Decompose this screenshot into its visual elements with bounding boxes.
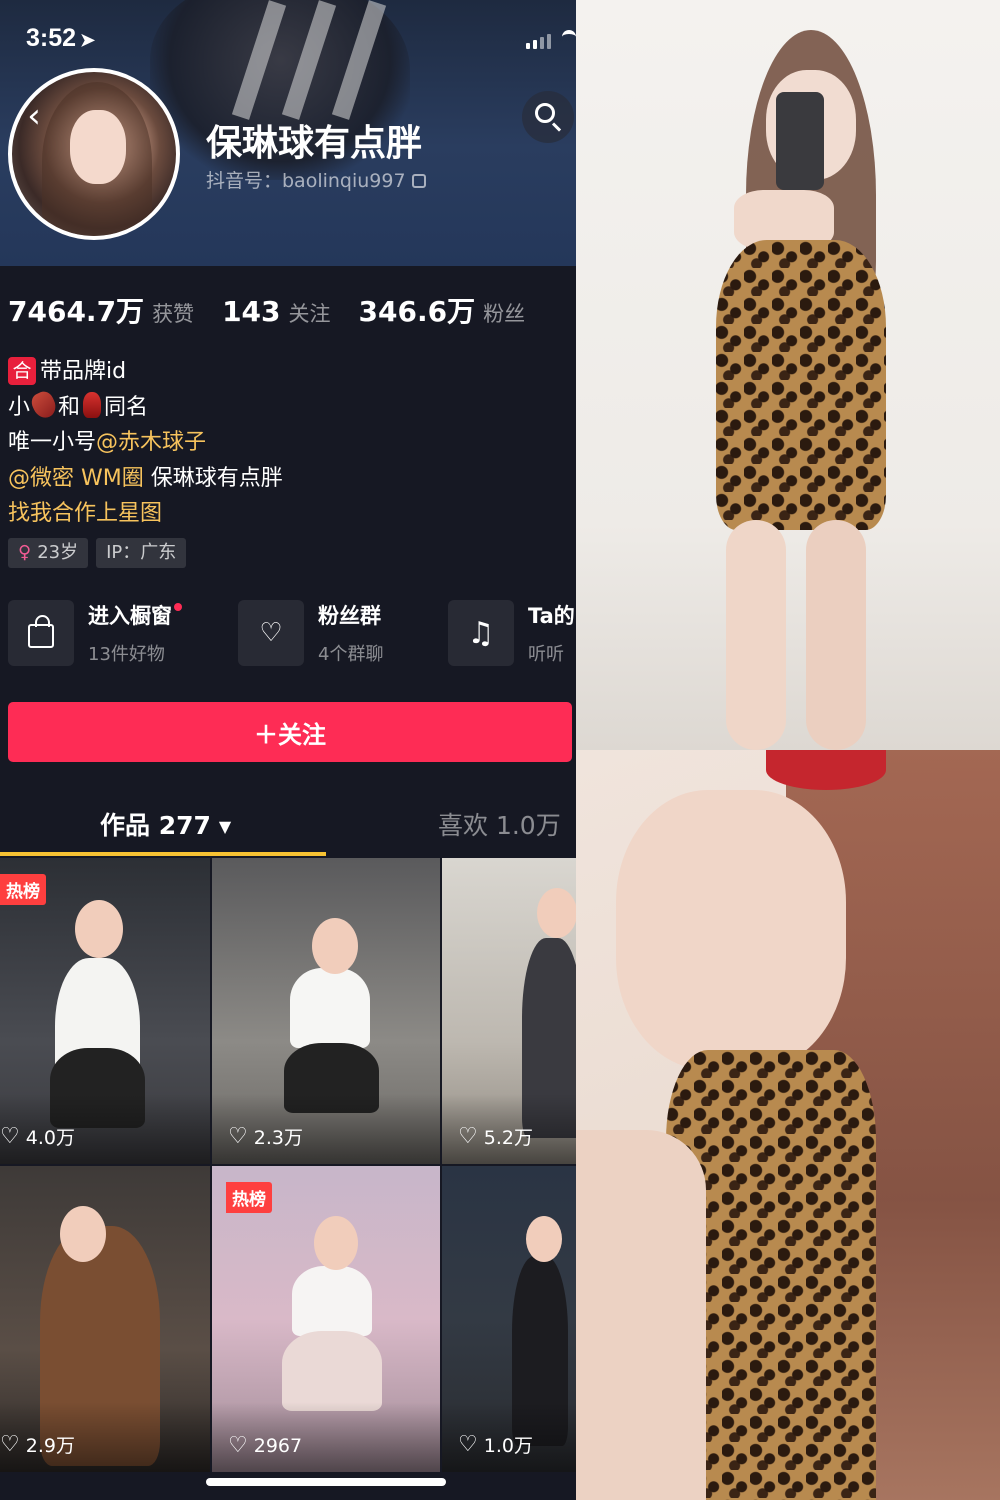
profile-nickname: 保琳球有点胖 [206,123,423,164]
followers-count[interactable]: 346.6万 [359,290,476,330]
avatar[interactable] [8,68,180,240]
following-label[interactable]: 关注 [289,298,331,328]
female-icon: ♀ [18,542,32,563]
music-entry[interactable]: ♫ Ta的 听听 [448,600,575,666]
heart-icon: ♡ [0,1432,20,1457]
music-subtitle: 听听 [528,644,564,665]
storefront-subtitle: 13件好物 [88,644,165,665]
chevron-left-icon: ‹ [27,96,41,136]
following-count[interactable]: 143 [222,295,280,328]
video-thumbnail[interactable]: ♡ 2.3万 [212,858,440,1164]
home-indicator [206,1478,446,1486]
video-thumbnail[interactable]: ♡ 1.0万 [442,1166,576,1472]
tab-likes[interactable]: 喜欢 1.0万 [438,806,561,842]
xingtu-collab-link[interactable]: 找我合作上星图 [8,501,162,526]
wifi-icon [562,30,576,44]
profile-tags: ♀ 23岁 IP：广东 [8,538,187,568]
scarf-emoji-icon [83,391,102,418]
music-title: Ta的 [528,604,575,628]
likes-label: 获赞 [152,302,195,326]
bio-text: 保琳球有点胖 [143,465,283,491]
heart-icon: ♡ [228,1433,248,1458]
video-thumbnail[interactable]: 热榜 ♡ 4.0万 [0,858,210,1164]
fan-group-subtitle: 4个群聊 [318,644,384,665]
bio-text: 唯一小号 [8,430,97,455]
search-button[interactable] [522,91,574,143]
active-tab-indicator [0,852,326,856]
video-likes: ♡ 1.0万 [458,1432,533,1457]
douyin-id[interactable]: 抖音号：baolinqiu997 [206,166,426,193]
follow-button[interactable]: ＋关注 [8,702,572,762]
cell-signal-icon [526,34,551,49]
storefront-entry[interactable]: 进入橱窗 13件好物 [8,600,182,666]
shopping-bag-icon [8,600,74,666]
heart-icon: ♡ [228,1124,248,1149]
video-likes: ♡ 5.2万 [458,1124,533,1149]
hot-list-badge: 热榜 [226,1182,272,1213]
video-thumbnail[interactable]: ♡ 5.2万 [442,858,576,1164]
heart-icon: ♡ [458,1432,478,1457]
heart-icon: ♡ [0,1124,20,1149]
fan-group-icon: ♡ [238,600,304,666]
music-note-icon: ♫ [448,600,514,666]
phone-icon [776,92,824,190]
bio-text: 同名 [104,394,149,420]
storefront-title: 进入橱窗 [88,604,172,628]
video-likes: ♡ 2967 [228,1433,303,1458]
closeup-photo [576,750,1000,1500]
alt-account-link[interactable]: @赤木球子 [96,430,206,455]
profile-bio: 合带品牌id 小 和同名 唯一小号@赤木球子 @微密 WM圈 保琳球有点胖 找我合… [8,354,283,532]
location-arrow-icon: ➤ [80,30,96,50]
bio-line-1: 带品牌id [40,359,127,384]
status-time: 3:52 ➤ [26,24,96,52]
followers-label[interactable]: 粉丝 [483,298,525,328]
video-likes: ♡ 2.3万 [228,1124,303,1149]
content-tabs: 作品 277 ▼ 喜欢 1.0万 [0,796,576,858]
collab-badge-icon: 合 [8,357,36,385]
wm-circle-link[interactable]: @微密 WM圈 [8,466,144,491]
tab-works[interactable]: 作品 277 ▼ [100,806,231,842]
video-likes: ♡ 4.0万 [0,1124,75,1149]
heart-icon: ♡ [458,1124,478,1149]
back-button[interactable]: ‹ [14,96,54,136]
copy-icon[interactable] [411,174,426,188]
photo-collage [576,0,1000,1500]
video-likes: ♡ 2.9万 [0,1432,75,1457]
bio-text: 小 [8,394,31,420]
age-tag: ♀ 23岁 [8,538,89,568]
video-thumbnail[interactable]: 热榜 ♡ 2967 [212,1166,440,1472]
notification-dot [174,603,182,611]
profile-header-background: 3:52 ➤ ‹ 保琳球有点胖 抖音号：baolinqiu997 [0,0,576,266]
video-thumbnail[interactable]: ♡ 2.9万 [0,1166,210,1472]
hot-list-badge: 热榜 [0,874,46,905]
bio-text: 和 [58,394,81,420]
fan-group-title: 粉丝群 [318,604,381,628]
mirror-selfie-photo [576,0,1000,750]
search-icon [535,103,555,123]
slip-emoji-icon [28,388,60,421]
likes-count: 7464.7万 [8,295,145,328]
profile-screen: 3:52 ➤ ‹ 保琳球有点胖 抖音号：baolinqiu997 7464.7万 … [0,0,576,1500]
profile-stats: 7464.7万 获赞 143 关注 346.6万 粉丝 [8,290,553,330]
fan-group-entry[interactable]: ♡ 粉丝群 4个群聊 [238,600,383,666]
ip-location-tag: IP：广东 [96,538,187,568]
caret-down-icon: ▼ [218,817,232,836]
